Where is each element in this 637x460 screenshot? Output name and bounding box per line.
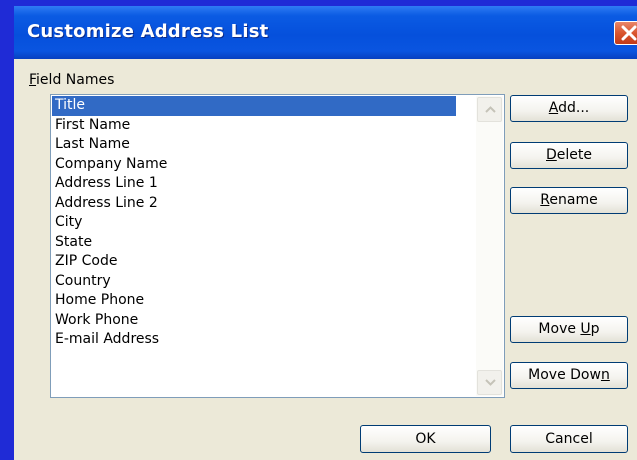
list-item[interactable]: Title: [52, 96, 456, 116]
close-button[interactable]: [614, 21, 637, 45]
move-down-button[interactable]: Move Down: [510, 362, 628, 389]
field-names-label: Field Names: [29, 72, 114, 88]
customize-address-list-dialog: Customize Address List Field Names Title…: [14, 6, 637, 460]
dialog-title: Customize Address List: [27, 21, 269, 42]
move-down-button-label-start: Move Dow: [528, 367, 601, 383]
delete-button-mnemonic: D: [546, 147, 557, 163]
title-bar[interactable]: Customize Address List: [14, 6, 637, 59]
delete-button[interactable]: Delete: [510, 142, 628, 169]
move-up-button-label-end: p: [590, 321, 600, 337]
list-item[interactable]: ZIP Code: [52, 252, 456, 272]
list-item[interactable]: Address Line 1: [52, 174, 456, 194]
list-item[interactable]: E-mail Address: [52, 330, 456, 350]
vertical-scrollbar[interactable]: [476, 96, 503, 396]
move-up-button-mnemonic: U: [580, 321, 591, 337]
list-item[interactable]: Last Name: [52, 135, 456, 155]
list-item[interactable]: Work Phone: [52, 311, 456, 331]
move-up-button[interactable]: Move Up: [510, 316, 628, 343]
field-names-label-mnemonic: F: [29, 72, 37, 88]
list-item[interactable]: Home Phone: [52, 291, 456, 311]
move-down-button-mnemonic: n: [600, 367, 610, 383]
list-item[interactable]: Address Line 2: [52, 194, 456, 214]
cancel-button[interactable]: Cancel: [510, 425, 628, 453]
list-item[interactable]: City: [52, 213, 456, 233]
scroll-down-button[interactable]: [477, 370, 502, 395]
chevron-down-icon: [485, 379, 496, 386]
close-icon: [621, 25, 637, 41]
list-item[interactable]: Company Name: [52, 155, 456, 175]
scroll-up-button[interactable]: [477, 97, 502, 122]
list-item[interactable]: State: [52, 233, 456, 253]
ok-button[interactable]: OK: [360, 425, 491, 453]
rename-button[interactable]: Rename: [510, 187, 628, 214]
move-up-button-label-start: Move: [538, 321, 581, 337]
field-names-listbox[interactable]: Title First Name Last Name Company Name Addr…: [50, 94, 505, 398]
rename-button-label: ename: [549, 192, 598, 208]
list-item[interactable]: Country: [52, 272, 456, 292]
field-names-label-text: ield Names: [36, 72, 115, 88]
add-button[interactable]: Add...: [510, 95, 628, 122]
list-item[interactable]: First Name: [52, 116, 456, 136]
delete-button-label: elete: [556, 147, 592, 163]
chevron-up-icon: [485, 106, 496, 113]
add-button-label: dd...: [558, 100, 590, 116]
add-button-mnemonic: A: [548, 100, 559, 116]
field-names-list: Title First Name Last Name Company Name Addr…: [52, 96, 456, 350]
